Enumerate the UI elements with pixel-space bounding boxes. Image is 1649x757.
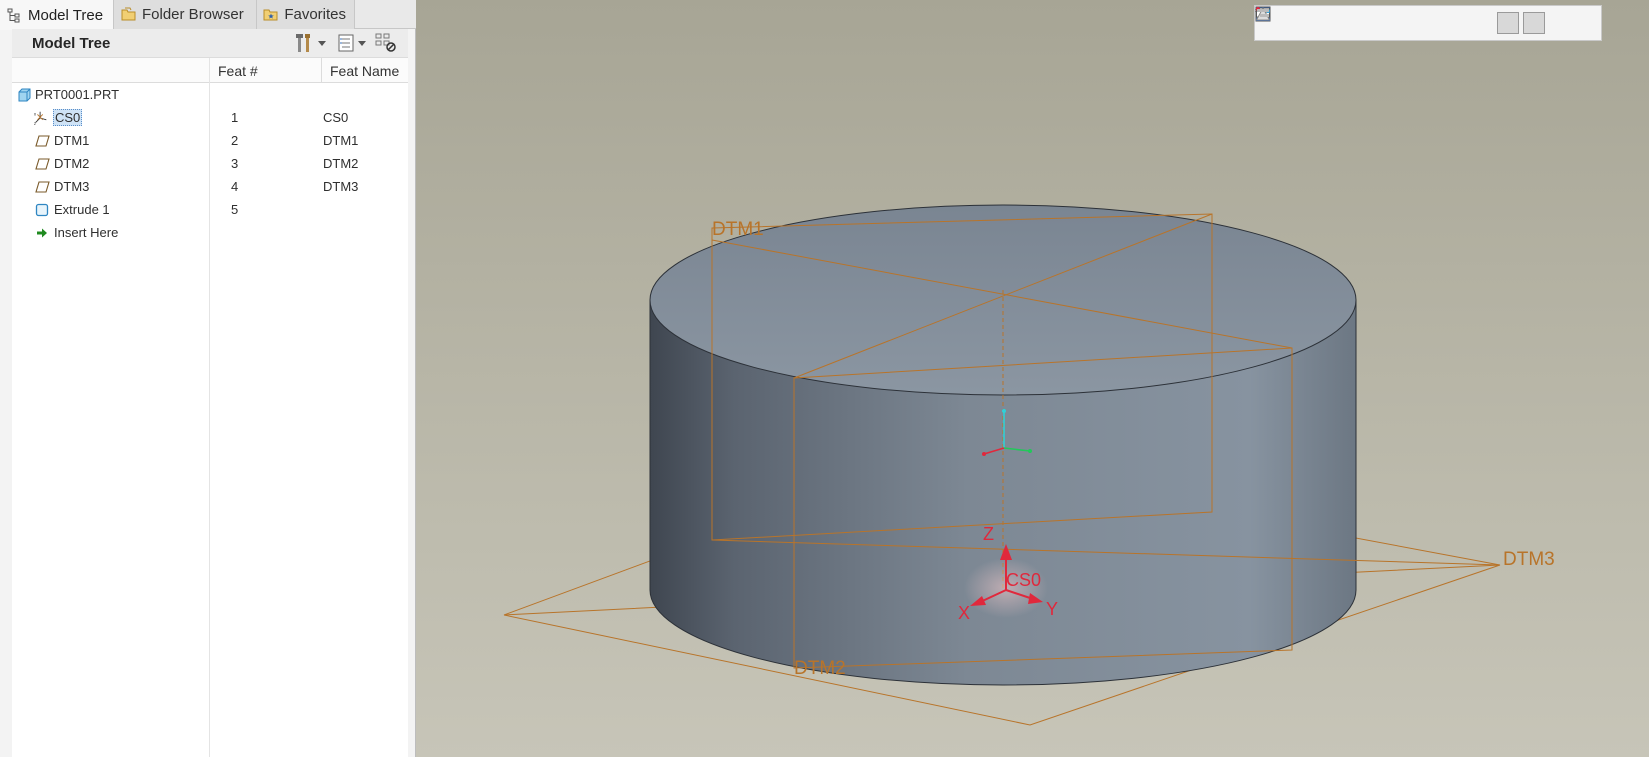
feat-num-cell: 1 [231,110,239,125]
tree-item-dtm2[interactable]: DTM2 3 DTM2 [12,152,408,176]
cs0-label[interactable]: CS0 [1006,570,1041,591]
datum-plane-icon [34,156,50,172]
feat-num-cell: 2 [231,133,239,148]
insert-arrow-icon [34,225,50,241]
feat-name-cell: CS0 [323,110,349,125]
favorites-icon [263,6,279,23]
dropdown-arrow-icon[interactable] [316,33,328,53]
tab-folder-browser-label: Folder Browser [142,6,244,23]
tree-item-label: Extrude 1 [54,202,110,217]
column-feat-name[interactable]: Feat Name [330,63,399,79]
feat-name-cell: DTM3 [323,179,359,194]
tab-favorites[interactable]: Favorites [257,0,355,29]
dtm1-label[interactable]: DTM1 [712,219,764,241]
tree-root-label: PRT0001.PRT [35,87,120,102]
svg-text:x: x [34,111,37,116]
column-header-row: Feat # Feat Name [12,58,408,83]
feat-name-cell: DTM2 [323,156,359,171]
feat-num-cell: 3 [231,156,239,171]
datum-plane-icon [34,179,50,195]
tab-folder-browser[interactable]: Folder Browser [114,0,257,29]
zoom-out-icon[interactable] [1256,7,1337,34]
feat-name-cell: DTM1 [323,133,359,148]
tree-item-extrude-1[interactable]: Extrude 1 5 [12,198,408,222]
pan-icon[interactable] [1257,9,1389,34]
column-feat-num[interactable]: Feat # [218,63,258,79]
tree-root-part[interactable]: PRT0001.PRT [12,83,408,107]
axis-y-label: Y [1046,599,1059,619]
model-canvas[interactable] [416,0,1649,757]
tree-item-label: CS0 [53,109,83,126]
tab-model-tree-label: Model Tree [28,6,104,24]
tree-item-insert-here[interactable]: Insert Here [12,221,408,245]
annotation-display-icon[interactable] [1255,6,1571,34]
panel-tab-strip: Model Tree Folder Browser Favorites [0,0,416,30]
tab-favorites-label: Favorites [284,6,346,23]
model-tree-title: Model Tree [32,35,111,52]
tree-item-dtm3[interactable]: DTM3 4 DTM3 [12,175,408,199]
feat-num-cell: 4 [231,179,239,194]
saved-orientations-icon[interactable] [1256,7,1415,34]
axis-z-label: Z [983,524,994,544]
show-icon[interactable] [336,33,356,53]
tree-item-label: DTM2 [54,156,90,171]
dropdown-arrow-icon[interactable] [356,33,368,53]
view-manager-icon[interactable] [1256,7,1441,34]
zoom-in-icon[interactable] [1256,7,1311,34]
spin-center-icon[interactable] [1256,7,1545,34]
axis-x-label: X [958,603,971,623]
tree-item-label: Insert Here [54,225,119,240]
model-tree-header: Model Tree [12,29,408,58]
svg-text:z: z [34,121,36,126]
tree-filter-icon[interactable] [374,33,398,53]
model-tree-icon [6,7,23,24]
feat-num-cell: 5 [231,202,239,217]
model-tree-list: Feat # Feat Name PRT0001.PRT xz CS0 1 CS… [12,58,408,757]
settings-icon[interactable] [294,33,314,53]
datum-plane-icon [34,133,50,149]
model-tree-panel: Model Tree Folder Browser Favorites Mode… [0,0,416,757]
part-icon [16,87,32,103]
extrude-icon [34,202,50,218]
dtm3-label[interactable]: DTM3 [1503,549,1555,571]
section-icon[interactable] [1257,9,1597,34]
tree-item-cs0[interactable]: xz CS0 1 CS0 [12,106,408,130]
repaint-icon[interactable] [1256,7,1363,34]
view-toolbar: x [1254,5,1602,41]
folder-browser-icon [120,6,137,23]
tree-item-dtm1[interactable]: DTM1 2 DTM1 [12,129,408,153]
tree-item-label: DTM1 [54,133,90,148]
tree-item-label: DTM3 [54,179,90,194]
datum-display-icon[interactable] [1256,7,1519,34]
perspective-icon[interactable] [1256,8,1467,34]
graphics-viewport[interactable]: DTM1 DTM2 DTM3 CS0 Z X Y x [416,0,1649,757]
dtm2-label[interactable]: DTM2 [794,658,846,680]
display-style-icon[interactable]: x [1255,8,1493,34]
column-divider[interactable] [321,58,322,83]
tab-model-tree[interactable]: Model Tree [0,0,114,30]
coordinate-system-icon: xz [33,110,49,126]
